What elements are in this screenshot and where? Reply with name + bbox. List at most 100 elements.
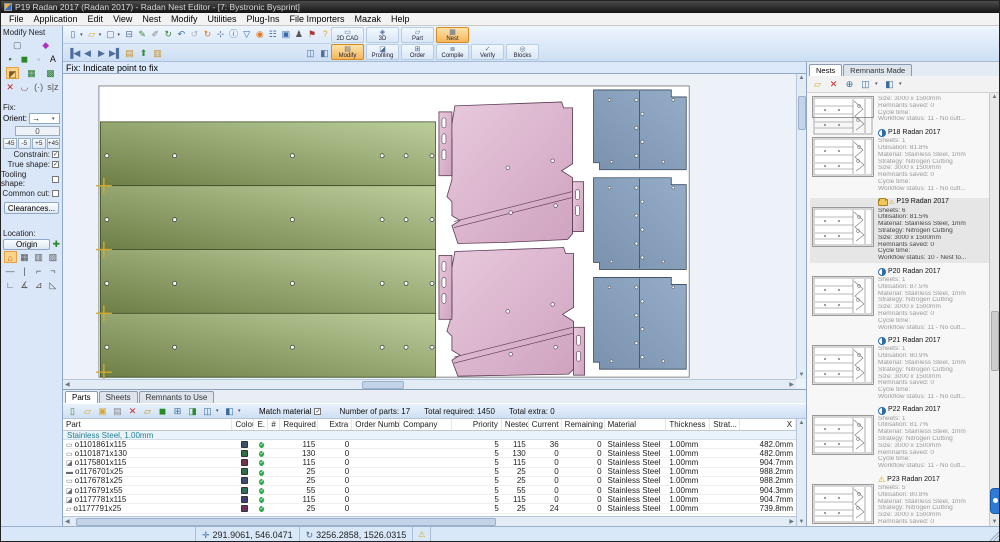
mode-part-button[interactable]: ▱Part bbox=[401, 27, 434, 43]
toolbar-new-icon[interactable]: ▯ bbox=[67, 28, 79, 41]
delete-tool-icon[interactable]: ✕ bbox=[4, 81, 17, 93]
chevron-down-icon[interactable]: ▾ bbox=[80, 32, 85, 38]
chevron-down-icon[interactable]: ▾ bbox=[117, 32, 122, 38]
toolbar-folder-part-icon[interactable]: ▱ bbox=[141, 405, 154, 418]
toolbar-print-icon[interactable]: ⊟ bbox=[123, 28, 135, 41]
scroll-thumb[interactable] bbox=[798, 96, 806, 130]
sequence-tool-icon[interactable]: s|z bbox=[46, 81, 59, 93]
menu-item-edit[interactable]: Edit bbox=[83, 13, 109, 25]
nest-entry[interactable]: P22 Radan 2017Sheets: 1Utilisation: 81.7… bbox=[810, 406, 989, 471]
toolbar-insert-part-icon[interactable]: ◼ bbox=[156, 405, 169, 418]
array-tool-icon[interactable]: ▦ bbox=[25, 67, 38, 79]
toolbar-help-icon[interactable]: ? bbox=[319, 28, 331, 41]
ghost-tool-icon[interactable]: ▫ bbox=[32, 53, 45, 65]
toolbar-datum-icon[interactable]: ⊕ bbox=[843, 78, 856, 91]
locate-angle-icon[interactable]: ∟ bbox=[4, 279, 17, 291]
tab-parts[interactable]: Parts bbox=[65, 391, 98, 403]
scroll-down-icon[interactable]: ▼ bbox=[990, 518, 1000, 526]
nest-entry[interactable]: P21 Radan 2017Sheets: 1Utilisation: 80.9… bbox=[810, 336, 989, 401]
locate-angle-3-icon[interactable]: ⊿ bbox=[32, 279, 45, 291]
toolbar-browser-icon[interactable]: ◉ bbox=[254, 28, 266, 41]
toolbar-view-details-icon[interactable]: ◧ bbox=[883, 78, 896, 91]
mode-verify-button[interactable]: ✓Verify bbox=[471, 44, 504, 60]
toolbar-open-icon[interactable]: ▱ bbox=[86, 28, 98, 41]
scroll-thumb[interactable] bbox=[991, 311, 999, 371]
column-header-strat[interactable]: Strat... bbox=[710, 419, 740, 430]
tab-sheets[interactable]: Sheets bbox=[99, 391, 138, 403]
mode-blocks-button[interactable]: ◎Blocks bbox=[506, 44, 539, 60]
toolbar-snap-icon[interactable]: ⊹ bbox=[215, 28, 227, 41]
canvas-horizontal-scrollbar[interactable]: ◀ ▶ bbox=[63, 379, 796, 389]
block-array-tool-icon[interactable]: ▩ bbox=[44, 67, 57, 79]
column-header-company[interactable]: Company bbox=[400, 419, 452, 430]
mode-profiling-button[interactable]: ◪Profiling bbox=[366, 44, 399, 60]
locate-grid-icon[interactable]: ▦ bbox=[18, 251, 31, 263]
remote-support-tab[interactable] bbox=[990, 488, 999, 514]
canvas-vertical-scrollbar[interactable]: ▲ ▼ bbox=[796, 74, 806, 379]
column-header-order-number[interactable]: Order Number bbox=[352, 419, 400, 430]
toolbar-flag-icon[interactable]: ⚑ bbox=[306, 28, 318, 41]
tab-remnants-made[interactable]: Remnants Made bbox=[843, 64, 912, 76]
resize-grip[interactable] bbox=[987, 529, 999, 541]
column-header-thickness[interactable]: Thickness bbox=[666, 419, 710, 430]
column-header-material[interactable]: Material bbox=[605, 419, 667, 430]
toolbar-previous-nest-icon[interactable]: ◀ bbox=[81, 47, 94, 60]
menu-item-plug-ins[interactable]: Plug-Ins bbox=[241, 13, 284, 25]
tab-nests[interactable]: Nests bbox=[809, 64, 842, 76]
toolbar-next-nest-icon[interactable]: ▶ bbox=[95, 47, 108, 60]
toolbar-layers-icon[interactable]: ☷ bbox=[267, 28, 279, 41]
scroll-up-icon[interactable]: ▲ bbox=[797, 419, 807, 427]
locate-corner-2-icon[interactable]: ¬ bbox=[46, 265, 59, 277]
toolbar-undo-icon[interactable]: ↶ bbox=[175, 28, 187, 41]
column-header-colour[interactable]: Colour bbox=[232, 419, 254, 430]
menu-item-view[interactable]: View bbox=[108, 13, 137, 25]
column-header-e[interactable]: E. bbox=[254, 419, 268, 430]
mode-order-button[interactable]: ⊞Order bbox=[401, 44, 434, 60]
toolbar-annotate-icon[interactable]: ✐ bbox=[149, 28, 161, 41]
small-part-tool-icon[interactable]: ▪ bbox=[4, 53, 17, 65]
title-bar[interactable]: P19 Radan 2017 (Radan 2017) - Radan Nest… bbox=[1, 1, 999, 13]
locate-grid-3-icon[interactable]: ▨ bbox=[46, 251, 59, 263]
table-vertical-scrollbar[interactable]: ▲ ▼ bbox=[796, 419, 806, 526]
toolbar-paste-part-icon[interactable]: ▤ bbox=[111, 405, 124, 418]
locate-angle-2-icon[interactable]: ∡ bbox=[18, 279, 31, 291]
table-row[interactable]: ▱o1177791x25✓250525240Stainless Steel1.0… bbox=[63, 504, 796, 513]
chevron-down-icon[interactable]: ▾ bbox=[238, 408, 243, 414]
scroll-right-icon[interactable]: ▶ bbox=[787, 380, 796, 389]
scroll-down-icon[interactable]: ▼ bbox=[797, 371, 807, 379]
toolbar-sketch-icon[interactable]: ✎ bbox=[136, 28, 148, 41]
mode-modify-button[interactable]: ▤Modify bbox=[331, 44, 364, 60]
chevron-down-icon[interactable]: ▾ bbox=[875, 81, 880, 87]
toolbar-view-thumbnails-icon[interactable]: ◫ bbox=[201, 405, 214, 418]
scroll-right-icon[interactable]: ▶ bbox=[787, 517, 796, 526]
toolbar-sheet-edit-icon[interactable]: ▥ bbox=[151, 47, 164, 60]
text-tool-icon[interactable]: A bbox=[46, 53, 59, 65]
table-horizontal-scrollbar[interactable]: ◀ ▶ bbox=[63, 516, 796, 526]
common-cut-checkbox[interactable] bbox=[52, 190, 59, 197]
toolbar-info-icon[interactable]: ⓘ bbox=[228, 28, 240, 41]
column-header-part[interactable]: Part bbox=[63, 419, 232, 430]
locate-home-icon[interactable]: ⌂ bbox=[4, 251, 17, 263]
column-header-[interactable]: # bbox=[268, 419, 280, 430]
toolbar-view-thumbnails-icon[interactable]: ◫ bbox=[859, 78, 872, 91]
column-header-extra[interactable]: Extra bbox=[318, 419, 352, 430]
tab-remnants-to-use[interactable]: Remnants to Use bbox=[139, 391, 215, 403]
nest-entry[interactable]: ⚠P23 Radan 2017Sheets: 5Utilisation: 80.… bbox=[810, 475, 989, 526]
locate-angle-4-icon[interactable]: ◺ bbox=[46, 279, 59, 291]
chevron-down-icon[interactable]: ▾ bbox=[216, 408, 221, 414]
toolbar-window-view-icon[interactable]: ▣ bbox=[280, 28, 292, 41]
angle-5-button[interactable]: -5 bbox=[18, 138, 32, 149]
rotate-tool-icon[interactable]: (·) bbox=[32, 81, 45, 93]
toolbar-refresh-icon[interactable]: ↻ bbox=[201, 28, 213, 41]
nests-scrollbar[interactable]: ▲ ▼ bbox=[989, 93, 999, 526]
scroll-left-icon[interactable]: ◀ bbox=[63, 517, 72, 526]
match-material-checkbox[interactable]: ✓ bbox=[314, 408, 321, 415]
nest-canvas[interactable]: ▲ ▼ ◀ ▶ bbox=[63, 74, 806, 389]
menu-item-nest[interactable]: Nest bbox=[137, 13, 166, 25]
angle-5-button[interactable]: +5 bbox=[32, 138, 46, 149]
locate-corner-icon[interactable]: ⌐ bbox=[32, 265, 45, 277]
column-header-x[interactable]: X bbox=[740, 419, 796, 430]
mode-2d-cad-button[interactable]: ▭2D CAD bbox=[331, 27, 364, 43]
locate-edge-v-icon[interactable]: | bbox=[18, 265, 31, 277]
chevron-down-icon[interactable]: ▾ bbox=[899, 81, 904, 87]
